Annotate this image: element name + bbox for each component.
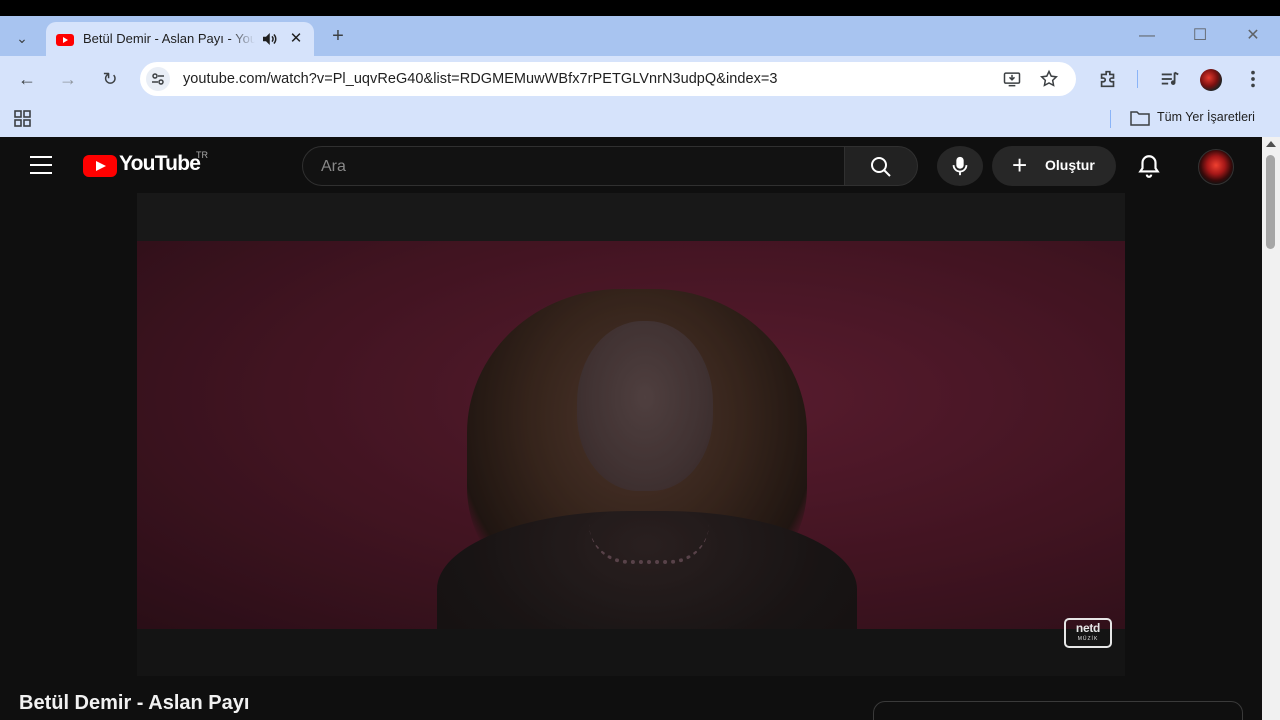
screen-top-strip (0, 0, 1280, 16)
youtube-page: YouTube TR + Oluştur (0, 137, 1262, 720)
back-button[interactable]: ← (13, 65, 41, 93)
side-panel-card[interactable] (873, 701, 1243, 720)
create-label: Oluştur (1045, 157, 1095, 173)
tab-close-icon[interactable]: ✕ (286, 29, 306, 49)
maximize-button[interactable]: ☐ (1188, 24, 1212, 48)
tab-bar: ⌄ Betül Demir - Aslan Payı - YouTube ✕ +… (0, 16, 1280, 56)
menu-icon[interactable] (30, 156, 52, 174)
minimize-button[interactable]: — (1135, 24, 1159, 48)
video-player[interactable] (137, 193, 1125, 676)
notifications-bell-icon[interactable] (1136, 153, 1162, 179)
search-input[interactable] (321, 156, 821, 178)
plus-icon: + (1012, 150, 1028, 180)
search-box[interactable] (302, 146, 845, 186)
scrollbar-thumb[interactable] (1266, 155, 1275, 249)
install-app-icon[interactable] (1002, 69, 1022, 89)
toolbar-separator (1137, 70, 1138, 88)
tab-search-button[interactable]: ⌄ (10, 26, 34, 50)
microphone-icon (952, 156, 968, 176)
address-bar[interactable]: youtube.com/watch?v=Pl_uqvReG40&list=RDG… (140, 62, 1076, 96)
reload-button[interactable]: ↻ (96, 65, 124, 93)
search-button[interactable] (844, 146, 918, 186)
youtube-wordmark[interactable]: YouTube (119, 152, 201, 176)
country-code: TR (196, 150, 208, 160)
video-title: Betül Demir - Aslan Payı (19, 692, 250, 714)
site-info-icon[interactable] (146, 67, 170, 91)
bookmarks-separator (1110, 110, 1111, 128)
account-avatar[interactable] (1198, 149, 1234, 185)
youtube-logo-icon[interactable] (83, 155, 117, 177)
extensions-icon[interactable] (1097, 68, 1119, 90)
watermark-main-text: netd (1075, 621, 1101, 635)
bookmarks-bar: Tüm Yer İşaretleri (0, 102, 1280, 137)
page-scrollbar[interactable] (1262, 137, 1280, 720)
media-controls-icon[interactable] (1159, 68, 1181, 90)
new-tab-button[interactable]: + (326, 24, 350, 48)
folder-icon[interactable] (1130, 110, 1150, 126)
browser-menu-icon[interactable] (1242, 68, 1264, 90)
apps-grid-icon[interactable] (14, 110, 32, 128)
browser-toolbar: ← → ↻ youtube.com/watch?v=Pl_uqvReG40&li… (0, 56, 1280, 102)
youtube-favicon-icon (56, 34, 74, 46)
forward-button[interactable]: → (54, 65, 82, 93)
url-text[interactable]: youtube.com/watch?v=Pl_uqvReG40&list=RDG… (183, 71, 778, 87)
scroll-up-arrow-icon[interactable] (1266, 141, 1276, 147)
speaker-icon[interactable] (260, 30, 278, 48)
watermark-sub-text: MÜZİK (1077, 636, 1099, 642)
window-close-button[interactable]: ✕ (1241, 24, 1265, 48)
voice-search-button[interactable] (937, 146, 983, 186)
netd-watermark-logo: netd MÜZİK (1064, 618, 1112, 648)
all-bookmarks-link[interactable]: Tüm Yer İşaretleri (1157, 110, 1255, 124)
create-button[interactable]: + Oluştur (992, 146, 1116, 186)
tab-title: Betül Demir - Aslan Payı - YouTube (83, 31, 255, 46)
youtube-header: YouTube TR + Oluştur (0, 137, 1262, 193)
browser-tab-active[interactable]: Betül Demir - Aslan Payı - YouTube ✕ (46, 22, 314, 56)
search-icon (871, 157, 891, 177)
browser-profile-avatar[interactable] (1200, 69, 1222, 91)
video-dim-overlay (137, 193, 1125, 676)
bookmark-star-icon[interactable] (1039, 69, 1059, 89)
